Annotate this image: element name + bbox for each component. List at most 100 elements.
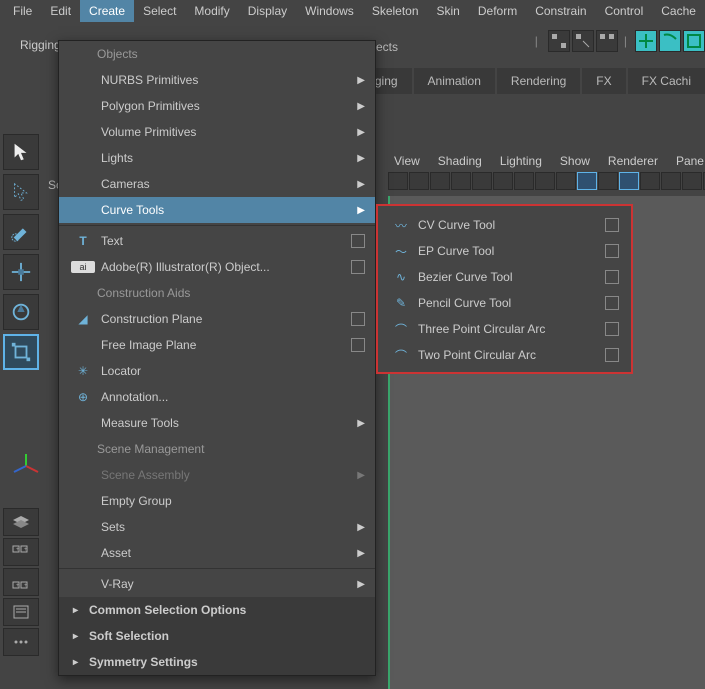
mini-icon-layers[interactable] (3, 508, 39, 536)
options-box-icon[interactable] (351, 234, 365, 248)
options-box-icon[interactable] (605, 244, 619, 258)
viewport-icon[interactable] (640, 172, 660, 190)
tab-animation[interactable]: Animation (414, 68, 495, 94)
viewport-menu-shading[interactable]: Shading (432, 151, 488, 171)
rotate-tool-icon[interactable] (3, 294, 39, 330)
options-box-icon[interactable] (605, 218, 619, 232)
menu-select[interactable]: Select (134, 0, 185, 22)
menu-edit[interactable]: Edit (41, 0, 80, 22)
viewport-menu-renderer[interactable]: Renderer (602, 151, 664, 171)
menu-cache[interactable]: Cache (652, 0, 705, 22)
dropdown-footer: ▸Common Selection Options ▸Soft Selectio… (59, 597, 375, 675)
menu-item-empty-group[interactable]: Empty Group (59, 488, 375, 514)
submenu-cv-curve-tool[interactable]: 〰CV Curve Tool (380, 212, 629, 238)
menubar: File Edit Create Select Modify Display W… (0, 0, 705, 22)
mini-icon-script[interactable] (3, 598, 39, 626)
menu-item-annotation[interactable]: ⊕Annotation... (59, 384, 375, 410)
snap-icon[interactable] (548, 30, 570, 52)
viewport-icon[interactable] (619, 172, 639, 190)
menu-item-nurbs-primitives[interactable]: NURBS Primitives▶ (59, 67, 375, 93)
viewport-menu-panels[interactable]: Pane (670, 151, 705, 171)
options-box-icon[interactable] (605, 348, 619, 362)
viewport-icon[interactable] (598, 172, 618, 190)
menu-item-cameras[interactable]: Cameras▶ (59, 171, 375, 197)
menu-item-text[interactable]: TText (59, 228, 375, 254)
menu-item-polygon-primitives[interactable]: Polygon Primitives▶ (59, 93, 375, 119)
select-tool-icon[interactable] (3, 134, 39, 170)
menu-item-free-image-plane[interactable]: Free Image Plane (59, 332, 375, 358)
options-box-icon[interactable] (351, 312, 365, 326)
snap-icon-3[interactable] (596, 30, 618, 52)
footer-symmetry-settings[interactable]: ▸Symmetry Settings (59, 649, 375, 675)
options-box-icon[interactable] (605, 322, 619, 336)
viewport-icon[interactable] (472, 172, 492, 190)
menu-deform[interactable]: Deform (469, 0, 526, 22)
menu-item-volume-primitives[interactable]: Volume Primitives▶ (59, 119, 375, 145)
viewport-icon[interactable] (577, 172, 597, 190)
scale-tool-icon[interactable] (3, 334, 39, 370)
tool-icon-1[interactable] (635, 30, 657, 52)
move-tool-icon[interactable] (3, 254, 39, 290)
menu-item-sets[interactable]: Sets▶ (59, 514, 375, 540)
viewport-menu-show[interactable]: Show (554, 151, 596, 171)
arc-icon: ⌒ (390, 321, 412, 338)
tab-fxcaching[interactable]: FX Cachi (628, 68, 705, 94)
shelf-dropdown-label[interactable]: Rigging (20, 38, 61, 52)
menu-file[interactable]: File (4, 0, 41, 22)
options-box-icon[interactable] (351, 338, 365, 352)
menu-create[interactable]: Create (80, 0, 134, 22)
tab-fx[interactable]: FX (582, 68, 625, 94)
options-box-icon[interactable] (351, 260, 365, 274)
menu-item-asset[interactable]: Asset▶ (59, 540, 375, 566)
menu-windows[interactable]: Windows (296, 0, 363, 22)
tool-icon-3[interactable] (683, 30, 705, 52)
viewport-icon[interactable] (514, 172, 534, 190)
svg-text:+: + (24, 583, 28, 589)
menu-item-measure-tools[interactable]: Measure Tools▶ (59, 410, 375, 436)
menu-item-locator[interactable]: ✳Locator (59, 358, 375, 384)
viewport-icon[interactable] (682, 172, 702, 190)
menu-item-construction-plane[interactable]: ◢Construction Plane (59, 306, 375, 332)
menu-item-illustrator-object[interactable]: aiAdobe(R) Illustrator(R) Object... (59, 254, 375, 280)
mini-icon-add-top[interactable]: ++ (3, 538, 39, 566)
menu-skeleton[interactable]: Skeleton (363, 0, 428, 22)
mini-icon-dots[interactable] (3, 628, 39, 656)
options-box-icon[interactable] (605, 270, 619, 284)
paint-select-icon[interactable] (3, 214, 39, 250)
viewport-icon[interactable] (409, 172, 429, 190)
viewport-menu-lighting[interactable]: Lighting (494, 151, 548, 171)
viewport-menu-view[interactable]: View (388, 151, 426, 171)
menu-display[interactable]: Display (239, 0, 296, 22)
viewport-icon[interactable] (661, 172, 681, 190)
viewport-icon[interactable] (493, 172, 513, 190)
viewport-icon[interactable] (388, 172, 408, 190)
footer-common-selection-options[interactable]: ▸Common Selection Options (59, 597, 375, 623)
viewport-icon[interactable] (535, 172, 555, 190)
svg-text:+: + (16, 547, 20, 553)
submenu-two-point-arc[interactable]: ⌒Two Point Circular Arc (380, 342, 629, 368)
footer-soft-selection[interactable]: ▸Soft Selection (59, 623, 375, 649)
menu-item-lights[interactable]: Lights▶ (59, 145, 375, 171)
svg-text:+: + (16, 583, 20, 589)
submenu-ep-curve-tool[interactable]: 〜EP Curve Tool (380, 238, 629, 264)
menu-constrain[interactable]: Constrain (526, 0, 595, 22)
tab-rendering[interactable]: Rendering (497, 68, 580, 94)
pencil-icon: ✎ (390, 296, 412, 310)
submenu-pencil-curve-tool[interactable]: ✎Pencil Curve Tool (380, 290, 629, 316)
submenu-bezier-curve-tool[interactable]: ∿Bezier Curve Tool (380, 264, 629, 290)
menu-item-curve-tools[interactable]: Curve Tools▶ (59, 197, 375, 223)
viewport-icon[interactable] (430, 172, 450, 190)
curve-tools-submenu: 〰CV Curve Tool 〜EP Curve Tool ∿Bezier Cu… (376, 204, 633, 374)
snap-icon-2[interactable] (572, 30, 594, 52)
submenu-three-point-arc[interactable]: ⌒Three Point Circular Arc (380, 316, 629, 342)
menu-item-vray[interactable]: V-Ray▶ (59, 571, 375, 597)
lasso-tool-icon[interactable] (3, 174, 39, 210)
mini-icon-add-bottom[interactable]: ++ (3, 568, 39, 596)
menu-control[interactable]: Control (596, 0, 653, 22)
viewport-icon[interactable] (556, 172, 576, 190)
options-box-icon[interactable] (605, 296, 619, 310)
tool-icon-2[interactable] (659, 30, 681, 52)
viewport-icon[interactable] (451, 172, 471, 190)
menu-skin[interactable]: Skin (428, 0, 469, 22)
menu-modify[interactable]: Modify (185, 0, 238, 22)
